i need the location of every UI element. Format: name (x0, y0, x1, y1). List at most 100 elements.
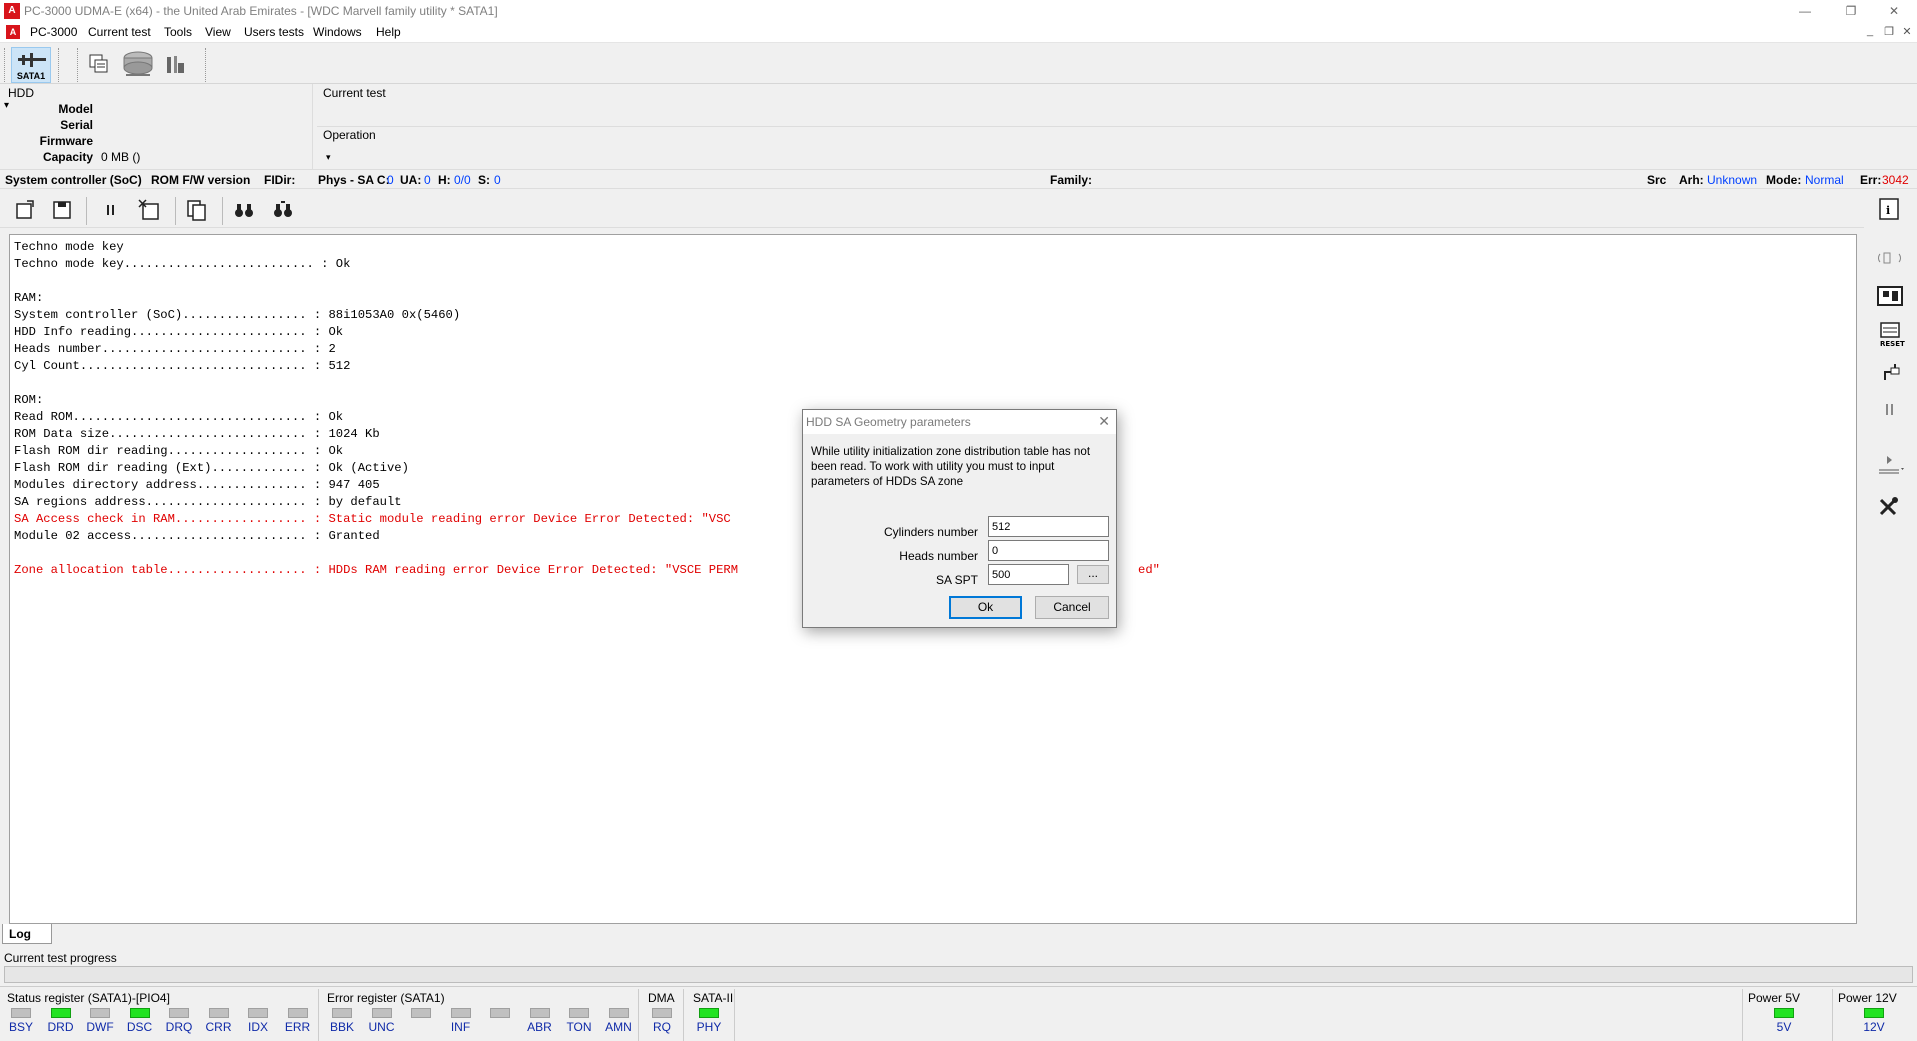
svg-text:RESET: RESET (1880, 340, 1905, 348)
menu-help[interactable]: Help (376, 25, 401, 39)
led-blank (411, 1008, 431, 1018)
log-toolbar (0, 193, 1864, 228)
menu-windows[interactable]: Windows (313, 25, 362, 39)
led-label: ERR (284, 1020, 311, 1034)
tools-utility-icon[interactable] (164, 53, 186, 75)
arh-label: Arh: (1679, 173, 1704, 187)
mdi-close-button[interactable]: ✕ (1897, 25, 1917, 38)
led-label: BBK (329, 1020, 354, 1034)
err-label: Err: (1860, 173, 1882, 187)
open-log-icon[interactable] (13, 198, 39, 222)
register-separator (683, 989, 684, 1041)
led-amn (608, 1008, 629, 1018)
family-label: Family: (1050, 173, 1093, 187)
led-label-12v: 12V (1863, 1020, 1885, 1034)
menu-users-tests[interactable]: Users tests (244, 25, 304, 39)
operation-panel: Operation ▾ (317, 126, 1917, 169)
main-toolbar: SATA1 (0, 44, 1917, 84)
menu-bar: A PC-3000 Current test Tools View Users … (0, 22, 1917, 43)
led-5v (1774, 1008, 1794, 1018)
ok-button[interactable]: Ok (949, 596, 1022, 619)
led-phy (699, 1008, 719, 1018)
pause-icon[interactable] (98, 198, 124, 222)
log-line: Zone allocation table...................… (14, 563, 739, 577)
find-next-icon[interactable] (270, 198, 296, 222)
toolbar-separator (77, 48, 78, 82)
led-err (287, 1008, 308, 1018)
phys-sa-c-value: 0 (387, 173, 394, 187)
mode-value: Normal (1805, 173, 1844, 187)
sa-spt-browse-button[interactable]: ... (1077, 565, 1109, 584)
close-window-button[interactable]: ✕ (1871, 0, 1917, 22)
cylinders-input[interactable] (988, 516, 1109, 537)
drive-status-line: System controller (SoC) ROM F/W version … (0, 169, 1917, 189)
power12-title: Power 12V (1838, 991, 1897, 1005)
right-pause-icon[interactable] (1875, 396, 1905, 424)
log-line: Flash ROM dir reading...................… (14, 444, 344, 458)
led-label: ABR (527, 1020, 552, 1034)
title-bar: A PC-3000 UDMA-E (x64) - the United Arab… (0, 0, 1917, 22)
led-label: IDX (247, 1020, 268, 1034)
copy-windows-icon[interactable] (88, 53, 110, 75)
register-bar: Status register (SATA1)-[PIO4] BSY DRD DWF… (0, 986, 1917, 1041)
menu-current-test[interactable]: Current test (88, 25, 151, 39)
copy-log-icon[interactable] (184, 198, 210, 222)
toolbar-grip (4, 48, 5, 82)
log-line: ROM Data size...........................… (14, 427, 380, 441)
menu-pc3000[interactable]: PC-3000 (30, 25, 77, 39)
board-icon[interactable] (1875, 282, 1905, 310)
sata-cable-icon (18, 53, 46, 67)
log-line: Module 02 access........................… (14, 529, 380, 543)
led-inf (450, 1008, 471, 1018)
save-log-icon[interactable] (50, 198, 76, 222)
mdi-restore-button[interactable]: ❐ (1879, 25, 1899, 38)
log-line-fragment: ed" (1138, 563, 1160, 577)
sa-spt-input[interactable] (988, 564, 1069, 585)
sata1-port-button[interactable]: SATA1 (11, 47, 51, 83)
led-blank (490, 1008, 510, 1018)
mdi-app-icon[interactable]: A (6, 25, 20, 39)
led-ton (569, 1008, 589, 1018)
speaker-icon[interactable] (1875, 244, 1905, 272)
operation-title: Operation (323, 128, 376, 142)
soc-label: System controller (SoC) (5, 173, 142, 187)
tab-log[interactable]: Log (2, 924, 52, 944)
dialog-title: HDD SA Geometry parameters (803, 410, 1116, 434)
window-title: PC-3000 UDMA-E (x64) - the United Arab E… (24, 4, 498, 18)
menu-tools[interactable]: Tools (164, 25, 192, 39)
maximize-button[interactable]: ❐ (1828, 0, 1874, 22)
menu-view[interactable]: View (205, 25, 231, 39)
info-sheet-icon[interactable]: i (1875, 196, 1905, 224)
hdd-serial-label: Serial (60, 118, 93, 132)
log-line: Modules directory address...............… (14, 478, 380, 492)
register-separator (638, 989, 639, 1041)
hdd-model-label: Model (58, 102, 93, 116)
clear-save-log-icon[interactable] (137, 198, 163, 222)
hdd-disk-icon[interactable] (122, 50, 154, 78)
mdi-minimize-button[interactable]: _ (1860, 25, 1880, 37)
led-label: TON (566, 1020, 592, 1034)
power-plug-icon[interactable] (1875, 358, 1905, 386)
cancel-button[interactable]: Cancel (1035, 596, 1109, 619)
heads-input[interactable] (988, 540, 1109, 561)
find-icon[interactable] (231, 198, 257, 222)
src-label: Src (1647, 173, 1667, 187)
s-value: 0 (494, 173, 501, 187)
settings-dropdown-icon[interactable] (1875, 452, 1905, 480)
operation-dropdown-icon[interactable]: ▾ (326, 152, 331, 163)
minimize-button[interactable]: — (1782, 0, 1828, 22)
log-line: System controller (SoC).................… (14, 308, 461, 322)
tools-wrench-icon[interactable] (1875, 492, 1905, 520)
led-crr (208, 1008, 229, 1018)
current-test-progress-bar (4, 966, 1913, 983)
led-drq (169, 1008, 189, 1018)
led-label: DRQ (165, 1020, 193, 1034)
dialog-close-icon[interactable]: ✕ (1098, 413, 1110, 430)
hdd-panel-title: HDD (8, 86, 34, 100)
toolbar-separator (205, 48, 206, 82)
log-line: SA regions address......................… (14, 495, 402, 509)
hdd-collapse-icon[interactable]: ▾ (4, 100, 9, 111)
reset-icon[interactable]: RESET (1875, 320, 1905, 348)
h-value: 0/0 (454, 173, 471, 187)
sata1-label: SATA1 (16, 71, 46, 81)
